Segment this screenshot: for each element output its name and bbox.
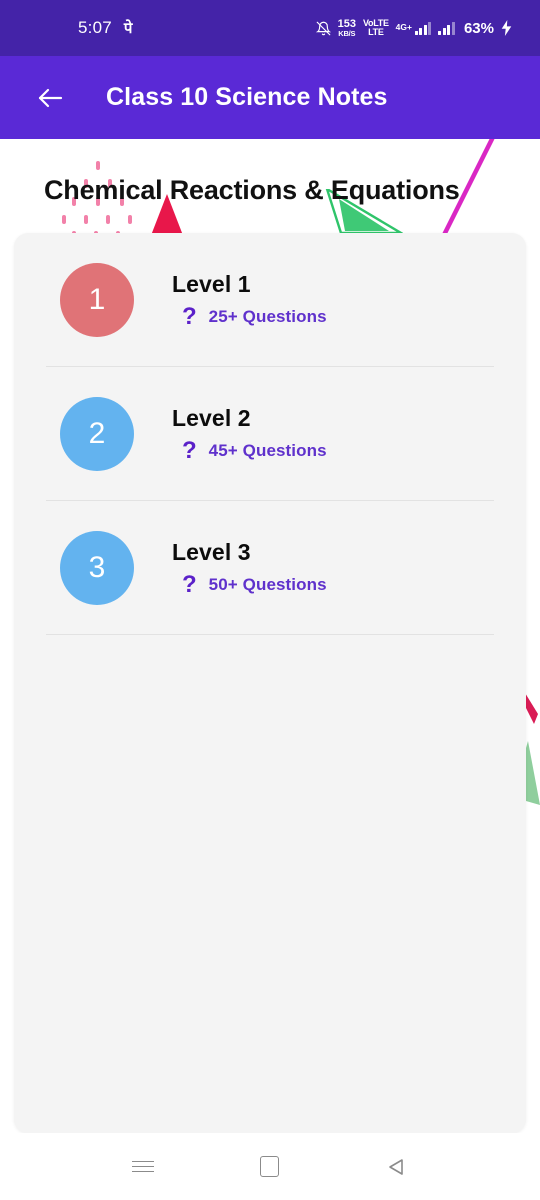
- app-bar: Class 10 Science Notes: [0, 56, 540, 139]
- dotted-pattern-decoration: [62, 161, 140, 240]
- system-back-button[interactable]: [369, 1144, 425, 1190]
- level-number-badge: 3: [60, 530, 134, 605]
- content-area: Chemical Reactions & Equations 1 Level 1…: [0, 139, 540, 1200]
- status-bar-right: 153 KB/S VoLTE LTE 4G+ 63%: [315, 18, 512, 38]
- level-row[interactable]: 1 Level 1 ? 25+ Questions: [14, 233, 526, 366]
- level-number: 2: [88, 416, 106, 450]
- recents-icon: [132, 1157, 155, 1176]
- list-divider: [46, 634, 494, 635]
- levels-card: 1 Level 1 ? 25+ Questions 2 Level 2 ? 45…: [14, 233, 526, 1133]
- level-title: Level 1: [172, 270, 251, 297]
- level-number: 3: [88, 550, 106, 584]
- level-question-count: 50+ Questions: [208, 574, 327, 594]
- battery-percentage: 63%: [463, 19, 494, 37]
- volte-line-2: LTE: [368, 27, 384, 37]
- level-row[interactable]: 3 Level 3 ? 50+ Questions: [14, 501, 526, 634]
- charging-bolt-icon: [501, 20, 512, 36]
- app-bar-title: Class 10 Science Notes: [106, 83, 388, 111]
- arrow-left-icon: [38, 88, 63, 107]
- page-title: Chemical Reactions & Equations: [44, 175, 460, 205]
- level-question-row: ? 45+ Questions: [172, 436, 327, 464]
- status-ampm: पे: [123, 20, 133, 37]
- status-bar: 5:07 पे 153 KB/S VoLTE LTE 4G+ 63%: [0, 0, 540, 56]
- question-mark-icon: ?: [182, 570, 197, 598]
- network-speed-unit: KB/S: [338, 28, 356, 38]
- signal-bars-2-icon: [438, 21, 455, 35]
- level-number: 1: [88, 282, 106, 316]
- network-type-label: 4G+: [395, 21, 412, 32]
- level-number-badge: 2: [60, 396, 134, 471]
- volte-icon: VoLTE LTE: [363, 19, 389, 37]
- android-navigation-bar: [0, 1133, 540, 1200]
- level-question-count: 25+ Questions: [208, 306, 327, 326]
- signal-indicator-secondary: [438, 21, 455, 35]
- home-button[interactable]: [242, 1144, 298, 1190]
- home-icon: [260, 1156, 280, 1177]
- status-time: 5:07: [78, 18, 112, 37]
- level-row[interactable]: 2 Level 2 ? 45+ Questions: [14, 367, 526, 500]
- question-mark-icon: ?: [182, 436, 197, 464]
- level-title: Level 3: [172, 538, 251, 565]
- network-speed-indicator: 153 KB/S: [338, 18, 356, 38]
- level-text-block: Level 3 ? 50+ Questions: [172, 539, 327, 597]
- status-bar-left: 5:07 पे: [78, 18, 132, 38]
- signal-bars-icon: [414, 21, 432, 35]
- level-question-row: ? 25+ Questions: [172, 302, 327, 330]
- level-text-block: Level 2 ? 45+ Questions: [172, 405, 327, 463]
- level-text-block: Level 1 ? 25+ Questions: [172, 271, 327, 329]
- question-mark-icon: ?: [182, 302, 197, 330]
- recents-button[interactable]: [115, 1144, 171, 1190]
- green-triangle-decoration: [325, 189, 403, 235]
- level-question-count: 45+ Questions: [208, 440, 327, 460]
- level-title: Level 2: [172, 404, 251, 431]
- signal-indicator-primary: 4G+: [395, 21, 432, 35]
- level-number-badge: 1: [60, 262, 134, 337]
- bell-off-icon: [315, 21, 331, 36]
- back-icon: [388, 1158, 403, 1175]
- level-question-row: ? 50+ Questions: [172, 570, 327, 598]
- phone-screen: 5:07 पे 153 KB/S VoLTE LTE 4G+ 63% Class…: [0, 0, 540, 1200]
- back-navigation-button[interactable]: [28, 76, 72, 120]
